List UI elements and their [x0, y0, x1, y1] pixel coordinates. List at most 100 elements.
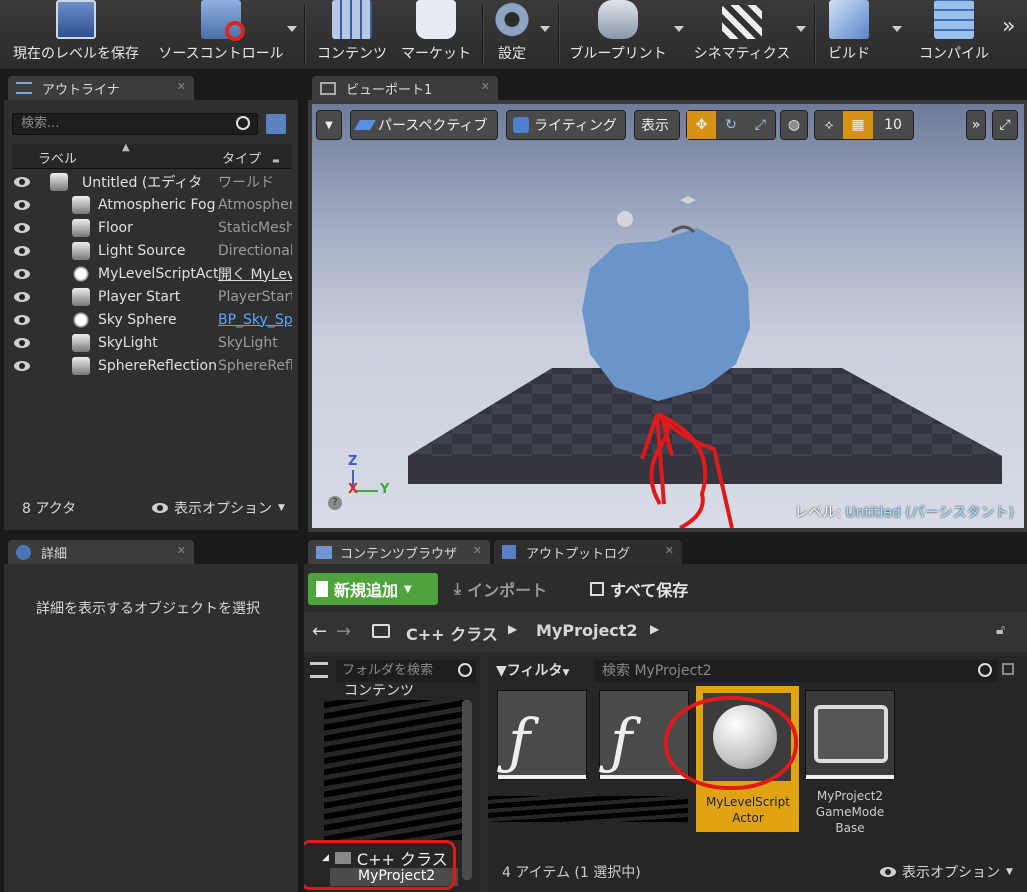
eye-icon[interactable]: [14, 222, 30, 233]
content-icon: [332, 0, 372, 39]
viewport-overflow-button[interactable]: »: [966, 110, 986, 140]
tab-viewport[interactable]: ビューポート1 ✕: [312, 76, 498, 100]
eye-icon[interactable]: [14, 337, 30, 348]
table-row[interactable]: SphereReflectionSphereReflectionCapture: [8, 354, 292, 377]
table-row[interactable]: SkyLight SkyLight: [8, 331, 292, 354]
asset-tile[interactable]: ƒ: [497, 690, 587, 780]
row-type[interactable]: BP_Sky_Sphere: [218, 312, 292, 328]
table-row[interactable]: MyLevelScriptActor開く MyLevel: [8, 262, 292, 285]
table-row[interactable]: Light Source DirectionalLight: [8, 239, 292, 262]
lighting-button[interactable]: ライティング: [506, 110, 626, 140]
grid-snap-icon[interactable]: ▦: [843, 111, 873, 139]
save-level-button[interactable]: 現在のレベルを保存: [6, 0, 146, 68]
eye-icon[interactable]: [14, 245, 30, 256]
eye-icon: [152, 503, 168, 513]
breadcrumb-separator-icon[interactable]: ▶: [650, 622, 659, 636]
translate-tool-icon[interactable]: ✥: [687, 111, 717, 139]
column-label[interactable]: ラベル: [38, 148, 77, 167]
outliner-search-input[interactable]: 検索...: [12, 113, 258, 135]
blueprint-dropdown[interactable]: [674, 26, 684, 32]
breadcrumb-cpp-classes[interactable]: C++ クラス: [406, 621, 498, 645]
table-row[interactable]: Untitled (エディタ) ワールド: [8, 170, 292, 193]
tab-outliner[interactable]: アウトライナ ✕: [8, 76, 194, 100]
source-control-dropdown[interactable]: [287, 26, 297, 32]
scale-tool-icon[interactable]: ⤢: [746, 111, 775, 139]
source-control-button[interactable]: ソースコントロール: [156, 0, 286, 68]
import-button[interactable]: ⤓ インポート: [454, 574, 547, 604]
help-icon[interactable]: ?: [328, 496, 342, 510]
world-local-toggle[interactable]: ◍: [780, 110, 808, 140]
close-icon[interactable]: ✕: [481, 80, 490, 93]
asset-search-input[interactable]: 検索 MyProject2: [594, 660, 998, 682]
transform-tools: ✥ ↻ ⤢: [686, 110, 776, 140]
tree-scrollbar[interactable]: [462, 700, 472, 880]
main-toolbar: 現在のレベルを保存 ソースコントロール コンテンツ マーケット 設定 ブループリ…: [0, 0, 1027, 70]
eye-icon[interactable]: [14, 360, 30, 371]
compile-button[interactable]: コンパイル: [914, 0, 994, 68]
column-type[interactable]: タイプ: [222, 148, 261, 167]
perspective-button[interactable]: パースペクティブ: [350, 110, 498, 140]
row-label: SkyLight: [98, 334, 158, 351]
asset-view-options[interactable]: 表示オプション ▼: [880, 862, 1013, 882]
forward-icon[interactable]: →: [336, 621, 351, 642]
blueprint-button[interactable]: ブループリント: [566, 0, 670, 68]
asset-tile[interactable]: [805, 690, 895, 780]
column-options-icon[interactable]: ▬: [272, 156, 280, 165]
save-search-icon[interactable]: [1002, 663, 1014, 675]
table-row[interactable]: Player Start PlayerStart: [8, 285, 292, 308]
settings-dropdown[interactable]: [540, 26, 550, 32]
settings-button[interactable]: 設定: [488, 0, 536, 68]
show-button[interactable]: 表示: [634, 110, 680, 140]
back-icon[interactable]: ←: [312, 621, 327, 642]
tab-output-log[interactable]: アウトプットログ ✕: [494, 540, 682, 564]
eye-icon[interactable]: [14, 176, 30, 187]
row-type: ワールド: [218, 174, 274, 191]
globe-icon: ◍: [787, 117, 801, 133]
viewport-options-button[interactable]: ▼: [316, 110, 342, 140]
eye-icon[interactable]: [14, 199, 30, 210]
table-row[interactable]: Sky Sphere BP_Sky_Sphere: [8, 308, 292, 331]
close-icon[interactable]: ✕: [473, 544, 482, 557]
build-button[interactable]: ビルド: [820, 0, 878, 68]
build-dropdown[interactable]: [892, 26, 902, 32]
add-new-button[interactable]: 新規追加 ▼: [308, 573, 438, 605]
close-icon[interactable]: ✕: [177, 80, 186, 93]
content-button[interactable]: コンテンツ: [314, 0, 390, 68]
row-type[interactable]: 開く MyLevel: [218, 264, 292, 284]
close-icon[interactable]: ✕: [177, 544, 186, 557]
folder-search-input[interactable]: フォルダを検索: [336, 660, 476, 682]
tab-details[interactable]: 詳細 ✕: [8, 540, 194, 564]
eye-icon[interactable]: [14, 291, 30, 302]
add-filter-icon[interactable]: [266, 114, 286, 134]
search-icon: [458, 663, 472, 677]
row-type: AtmosphericFog: [218, 196, 292, 213]
outliner-view-options[interactable]: 表示オプション ▼: [152, 498, 285, 518]
maximize-viewport-button[interactable]: ⤢: [992, 110, 1018, 140]
rotate-tool-icon[interactable]: ↻: [716, 111, 745, 139]
eye-icon[interactable]: [14, 314, 30, 325]
cinematics-button[interactable]: シネマティクス: [690, 0, 794, 68]
save-all-button[interactable]: すべて保存: [590, 574, 688, 604]
grid-snap-group: ⟡ ▦ 10: [814, 110, 914, 140]
level-indicator: レベル: Untitled (パーシスタント): [794, 505, 1014, 521]
skylight-icon: [72, 333, 90, 352]
toolbar-overflow-button[interactable]: »: [1002, 14, 1015, 39]
filter-button[interactable]: ▼フィルタ▼: [496, 660, 569, 680]
breadcrumb-myproject2[interactable]: MyProject2: [536, 621, 638, 640]
eye-icon[interactable]: [14, 268, 30, 279]
list-icon: [16, 82, 32, 94]
table-row[interactable]: Atmospheric FogAtmosphericFog: [8, 193, 292, 216]
grid-snap-value[interactable]: 10: [873, 117, 913, 133]
tree-item-content[interactable]: コンテンツ: [344, 680, 414, 700]
close-icon[interactable]: ✕: [665, 544, 674, 557]
marketplace-button[interactable]: マーケット: [396, 0, 476, 68]
surface-snap-icon[interactable]: ⟡: [815, 117, 843, 133]
cinematics-dropdown[interactable]: [796, 26, 806, 32]
redacted-scribble: [324, 700, 464, 840]
viewport-canvas[interactable]: Z X Y ? レベル: Untitled (パーシスタント): [312, 104, 1024, 528]
tab-content-browser[interactable]: コンテンツブラウザ ✕: [308, 540, 490, 564]
lock-icon[interactable]: 🔓︎: [996, 622, 1005, 638]
tree-menu-icon[interactable]: [310, 662, 328, 678]
table-row[interactable]: Floor StaticMeshActor: [8, 216, 292, 239]
output-log-icon: [502, 545, 516, 559]
